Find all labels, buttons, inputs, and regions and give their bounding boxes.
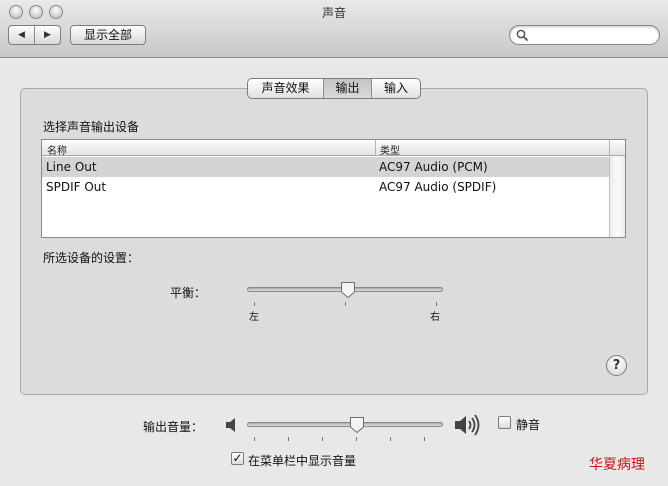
tab-output[interactable]: 输出 xyxy=(323,79,371,98)
search-field[interactable] xyxy=(509,25,660,45)
output-volume-label: 输出音量： xyxy=(143,420,204,434)
search-icon xyxy=(516,29,528,41)
balance-right-label: 右 xyxy=(430,312,440,323)
search-input[interactable] xyxy=(532,28,652,42)
show-volume-in-menubar-label: 在菜单栏中显示音量 xyxy=(248,454,357,468)
device-settings-title: 所选设备的设置： xyxy=(43,251,140,265)
show-volume-in-menubar-checkbox[interactable]: ✓ xyxy=(231,452,244,465)
forward-button[interactable]: ▶ xyxy=(34,26,60,44)
table-header: 名称 类型 xyxy=(42,140,625,157)
show-all-button[interactable]: 显示全部 xyxy=(70,25,146,45)
output-device-table: 名称 类型 Line Out AC97 Audio (PCM) SPDIF Ou… xyxy=(41,139,626,238)
help-button[interactable]: ? xyxy=(606,355,627,376)
column-header-name[interactable]: 名称 xyxy=(47,142,67,157)
device-type: AC97 Audio (SPDIF) xyxy=(379,180,497,194)
checkmark-icon: ✓ xyxy=(232,451,243,465)
balance-slider-knob[interactable] xyxy=(340,281,356,299)
table-row[interactable]: SPDIF Out AC97 Audio (SPDIF) xyxy=(42,177,609,197)
output-device-section-title: 选择声音输出设备 xyxy=(43,120,140,134)
back-button[interactable]: ◀ xyxy=(9,26,34,44)
balance-label: 平衡： xyxy=(170,286,207,300)
forward-arrow-icon: ▶ xyxy=(44,30,51,40)
device-type: AC97 Audio (PCM) xyxy=(379,160,488,174)
tab-bar: 声音效果 输出 输入 xyxy=(247,78,421,99)
table-scrollbar[interactable] xyxy=(609,156,625,237)
column-header-type[interactable]: 类型 xyxy=(380,142,400,157)
back-arrow-icon: ◀ xyxy=(18,30,25,40)
table-row[interactable]: Line Out AC97 Audio (PCM) xyxy=(42,157,609,177)
speaker-low-icon xyxy=(226,418,235,432)
back-forward-control: ◀ ▶ xyxy=(8,25,61,45)
mute-label: 静音 xyxy=(516,418,541,432)
balance-left-label: 左 xyxy=(249,312,259,323)
tab-sound-effects[interactable]: 声音效果 xyxy=(248,79,323,98)
device-name: SPDIF Out xyxy=(46,180,107,194)
volume-slider-knob[interactable] xyxy=(349,416,365,434)
window-title: 声音 xyxy=(321,6,346,20)
watermark-text: 华夏病理 xyxy=(589,457,645,473)
volume-slider-track[interactable] xyxy=(247,422,443,427)
device-name: Line Out xyxy=(46,160,97,174)
mute-checkbox[interactable] xyxy=(498,416,511,429)
tab-input[interactable]: 输入 xyxy=(371,79,420,98)
speaker-high-icon xyxy=(455,414,480,436)
